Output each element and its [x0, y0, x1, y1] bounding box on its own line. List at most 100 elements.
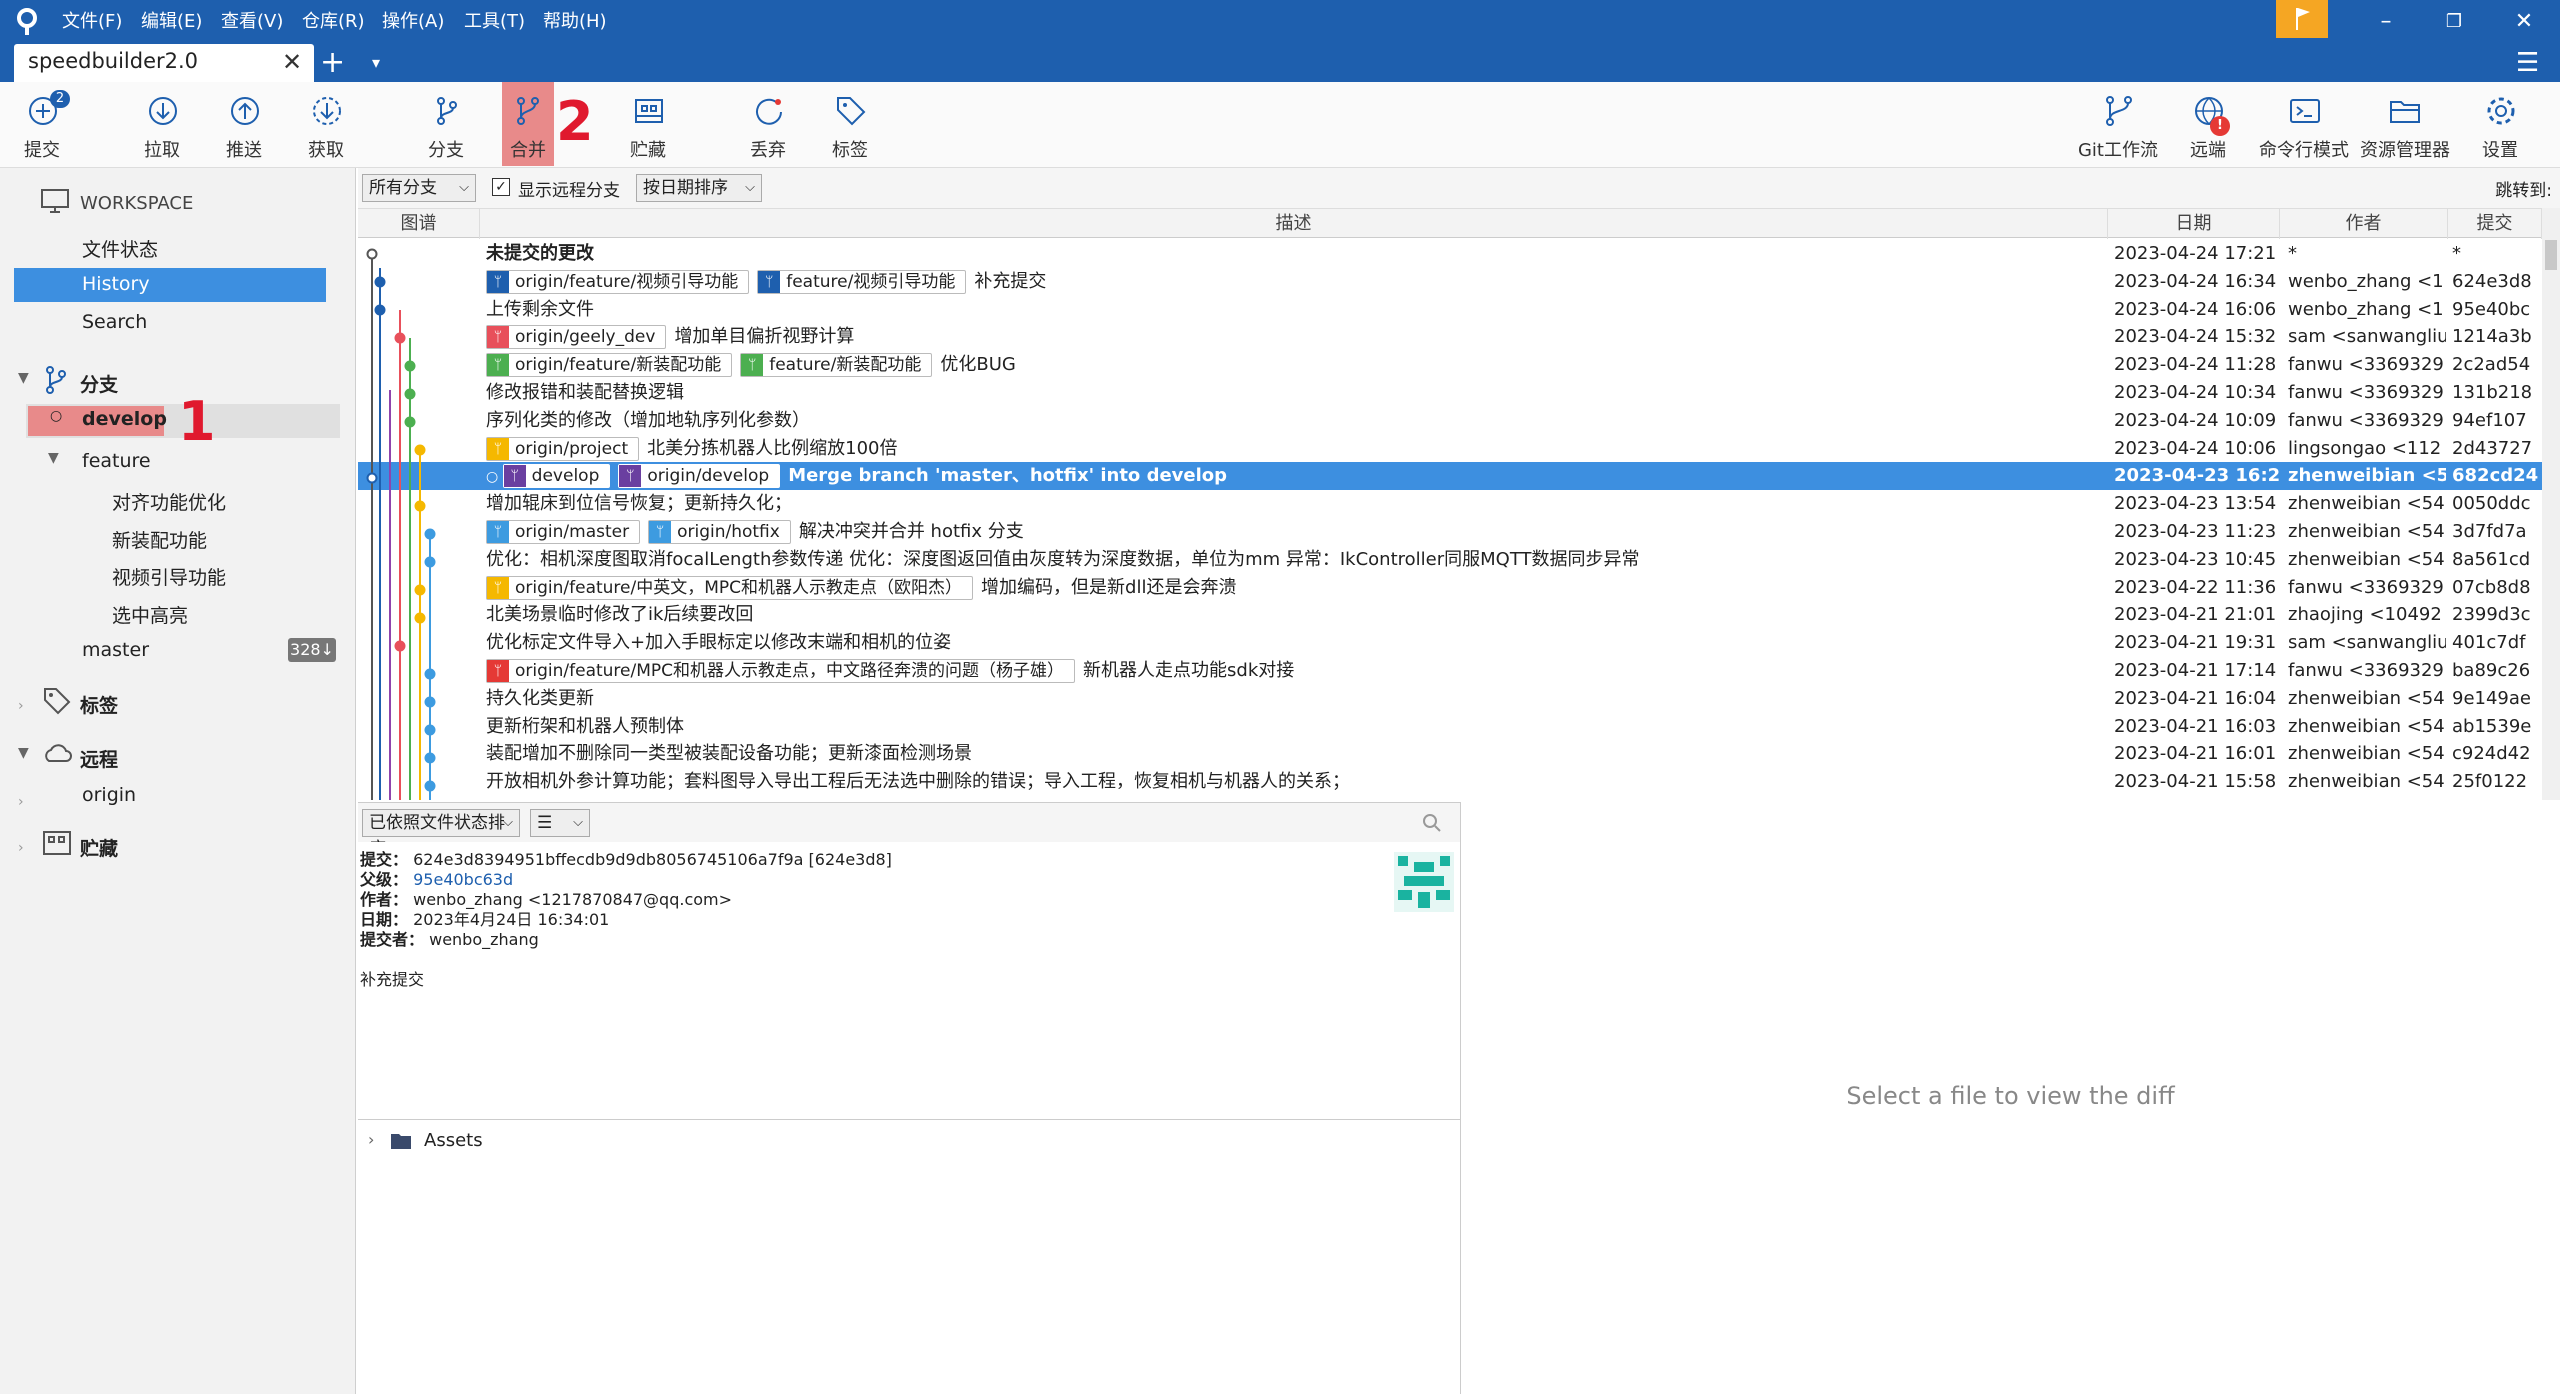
hamburger-menu-icon[interactable]: ☰	[2516, 44, 2539, 82]
folder-assets[interactable]: Assets	[424, 1130, 483, 1151]
sort-dropdown[interactable]: 按日期排序 ⌵	[636, 174, 762, 202]
commit-row[interactable]: 修改报错和装配替换逻辑 2023-04-24 10:34 fanwu <336932…	[358, 379, 2542, 407]
sidebar-remote-origin[interactable]: origin	[82, 784, 136, 806]
branch-label-tag[interactable]: ᛘ origin/master	[486, 520, 641, 544]
tag-button[interactable]: 标签	[812, 82, 888, 166]
parent-hash-link[interactable]: 95e40bc63d	[413, 870, 513, 889]
sidebar-branch-feature-1[interactable]: 新装配功能	[112, 526, 207, 553]
commit-row[interactable]: ᛘ origin/geely_dev 增加单目偏折视野计算 2023-04-24 15…	[358, 323, 2542, 351]
branch-label-tag[interactable]: ᛘ origin/hotfix	[648, 520, 791, 544]
flag-button[interactable]	[2276, 0, 2328, 38]
menu-repo[interactable]: 仓库(R)	[302, 0, 365, 44]
show-remote-checkbox[interactable]: ✓	[492, 178, 510, 196]
branches-expand-chevron-icon[interactable]: ▼	[18, 370, 29, 386]
col-description[interactable]: 描述	[480, 209, 2108, 239]
sidebar-folder-feature[interactable]: feature	[82, 450, 151, 472]
commit-row[interactable]: ᛘ origin/feature/视频引导功能 ᛘ feature/视频引导功能 补充提…	[358, 268, 2542, 296]
feature-expand-chevron-icon[interactable]: ▼	[48, 450, 59, 466]
menu-tools[interactable]: 工具(T)	[464, 0, 525, 44]
col-graph[interactable]: 图谱	[358, 209, 480, 239]
jump-to-label[interactable]: 跳转到:	[2495, 176, 2552, 201]
stash-button[interactable]: 贮藏	[610, 82, 686, 166]
branch-label-tag[interactable]: ᛘ origin/feature/新装配功能	[486, 353, 733, 378]
branch-label-tag[interactable]: ᛘ feature/视频引导功能	[757, 269, 967, 294]
sidebar-item-search[interactable]: Search	[82, 311, 147, 333]
menu-actions[interactable]: 操作(A)	[382, 0, 444, 44]
commit-row[interactable]: 增加辊床到位信号恢复；更新持久化； 2023-04-23 13:54 zhenwei…	[358, 490, 2542, 518]
commit-row[interactable]: ᛘ origin/feature/新装配功能 ᛘ feature/新装配功能 优化BUG…	[358, 351, 2542, 379]
tags-heading[interactable]: 标签	[80, 691, 118, 718]
gitflow-button[interactable]: Git工作流	[2070, 82, 2166, 166]
menu-edit[interactable]: 编辑(E)	[141, 0, 202, 44]
terminal-button[interactable]: 命令行模式	[2252, 82, 2356, 166]
commit-row[interactable]: 优化标定文件导入+加入手眼标定以修改末端和相机的位姿 2023-04-21 19:…	[358, 629, 2542, 657]
sidebar-branch-feature-3[interactable]: 选中高亮	[112, 601, 188, 628]
col-date[interactable]: 日期	[2108, 209, 2280, 239]
new-tab-button[interactable]: +	[320, 44, 345, 82]
view-mode-dropdown[interactable]: ☰ ⌵	[530, 809, 590, 837]
flag-icon	[2296, 8, 2310, 30]
branch-button[interactable]: 分支	[408, 82, 484, 166]
tags-expand-chevron-icon[interactable]: ›	[18, 698, 24, 714]
commit-row[interactable]: ᛘ origin/master ᛘ origin/hotfix 解决冲突并合并 hotf…	[358, 518, 2542, 546]
repo-tab[interactable]: speedbuilder2.0 ✕	[14, 44, 314, 82]
close-window-button[interactable]: ✕	[2494, 0, 2554, 44]
commit-row[interactable]: 上传剩余文件 2023-04-24 16:06 wenbo_zhang <1 95e4…	[358, 296, 2542, 324]
search-icon[interactable]	[1422, 813, 1442, 833]
sidebar-branch-feature-2[interactable]: 视频引导功能	[112, 563, 226, 590]
branch-label-tag[interactable]: ᛘ develop	[502, 464, 611, 489]
menu-help[interactable]: 帮助(H)	[543, 0, 607, 44]
tab-close-icon[interactable]: ✕	[282, 48, 302, 76]
sidebar-item-history[interactable]: History	[14, 268, 326, 302]
remote-button[interactable]: ! 远端	[2170, 82, 2246, 166]
sidebar-item-file-status[interactable]: 文件状态	[82, 235, 158, 262]
commit-row[interactable]: ○ ᛘ develop ᛘ origin/develop Merge branch 'm…	[358, 462, 2542, 491]
fetch-button[interactable]: 获取	[288, 82, 364, 166]
branches-heading[interactable]: 分支	[80, 370, 118, 397]
col-author[interactable]: 作者	[2280, 209, 2448, 239]
settings-button[interactable]: 设置	[2462, 82, 2538, 166]
commit-button[interactable]: 2 提交	[4, 82, 80, 166]
file-sort-dropdown[interactable]: 已依照文件状态排序 ⌵	[362, 809, 520, 859]
origin-expand-chevron-icon[interactable]: ›	[18, 794, 24, 810]
push-button[interactable]: 推送	[206, 82, 282, 166]
menu-file[interactable]: 文件(F)	[62, 0, 122, 44]
commit-list-scrollbar[interactable]	[2542, 208, 2560, 800]
commit-row[interactable]: 更新桁架和机器人预制体 2023-04-21 16:03 zhenweibian <…	[358, 713, 2542, 741]
commit-row[interactable]: 装配增加不删除同一类型被装配设备功能；更新漆面检测场景 2023-04-21 16…	[358, 740, 2542, 768]
menu-view[interactable]: 查看(V)	[221, 0, 283, 44]
minimize-button[interactable]: –	[2356, 0, 2416, 44]
sidebar-branch-master[interactable]: master	[82, 639, 149, 661]
maximize-button[interactable]: ❐	[2424, 0, 2484, 44]
commit-row[interactable]: ᛘ origin/feature/中英文，MPC和机器人示教走点（欧阳杰） 增加编码…	[358, 574, 2542, 602]
branch-label-tag[interactable]: ᛘ origin/feature/中英文，MPC和机器人示教走点（欧阳杰）	[486, 575, 974, 600]
tab-dropdown-icon[interactable]: ▾	[372, 44, 380, 82]
branch-label-tag[interactable]: ᛘ origin/project	[486, 436, 640, 461]
branch-label-tag[interactable]: ᛘ origin/develop	[618, 464, 781, 489]
pull-button[interactable]: 拉取	[124, 82, 200, 166]
commit-row[interactable]: 持久化类更新 2023-04-21 16:04 zhenweibian <54 9e1…	[358, 685, 2542, 713]
commit-row[interactable]: 序列化类的修改（增加地轨序列化参数） 2023-04-24 10:09 fanwu …	[358, 407, 2542, 435]
branch-label-tag[interactable]: ᛘ origin/geely_dev	[486, 325, 667, 350]
commit-row[interactable]: 优化：相机深度图取消focalLength参数传递 优化：深度图返回值由灰度转为…	[358, 546, 2542, 574]
commit-row[interactable]: 开放相机外参计算功能；套料图导入导出工程后无法选中删除的错误；导入工程，恢复相机…	[358, 768, 2542, 796]
branch-filter-dropdown[interactable]: 所有分支 ⌵	[362, 174, 476, 202]
folder-expand-chevron-icon[interactable]: ›	[368, 1130, 374, 1149]
explorer-button[interactable]: 资源管理器	[2358, 82, 2452, 166]
scrollbar-thumb[interactable]	[2545, 240, 2557, 270]
remote-heading[interactable]: 远程	[80, 745, 118, 772]
remote-expand-chevron-icon[interactable]: ▼	[18, 745, 29, 761]
commit-row[interactable]: 北美场景临时修改了ik后续要改回 2023-04-21 21:01 zhaojing…	[358, 601, 2542, 629]
stash-heading[interactable]: 贮藏	[80, 834, 118, 861]
col-commit[interactable]: 提交	[2448, 209, 2542, 239]
branch-label-tag[interactable]: ᛘ origin/feature/MPC和机器人示教走点，中文路径奔溃的问题（杨子…	[486, 659, 1076, 683]
discard-button[interactable]: 丢弃	[730, 82, 806, 166]
commit-row[interactable]: ᛘ origin/feature/MPC和机器人示教走点，中文路径奔溃的问题（杨子…	[358, 657, 2542, 685]
commit-row[interactable]: ᛘ origin/project 北美分拣机器人比例缩放100倍 2023-04-24…	[358, 435, 2542, 463]
merge-button[interactable]: 合并	[502, 82, 554, 166]
stash-expand-chevron-icon[interactable]: ›	[18, 840, 24, 856]
branch-label-tag[interactable]: ᛘ feature/新装配功能	[740, 353, 933, 378]
branch-label-tag[interactable]: ᛘ origin/feature/视频引导功能	[486, 269, 750, 294]
sidebar-branch-feature-0[interactable]: 对齐功能优化	[112, 488, 226, 515]
commit-row[interactable]: 未提交的更改 2023-04-24 17:21 * *	[358, 240, 2542, 268]
